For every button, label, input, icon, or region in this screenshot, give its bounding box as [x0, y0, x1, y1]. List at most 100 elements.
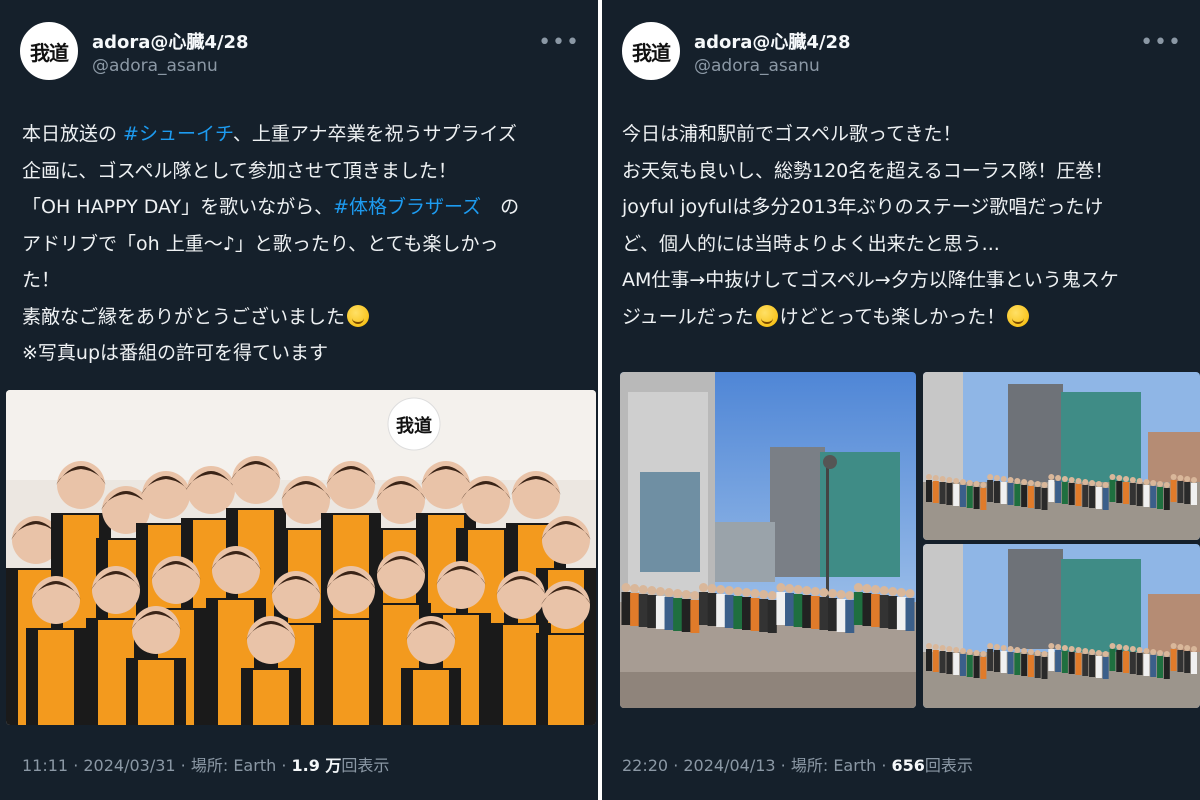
crowd-person	[926, 649, 932, 671]
crowd-person	[1089, 486, 1096, 508]
crowd-person-head	[1068, 646, 1075, 652]
crowd-person-head	[690, 591, 700, 600]
tweet-card-left[interactable]: 我道 adora@心臓4/28 @adora_asanu ••• 本日放送の #…	[0, 0, 598, 800]
crowd-person	[793, 594, 803, 627]
handle[interactable]: @adora_asanu	[92, 56, 218, 76]
orange-stole	[333, 620, 369, 725]
crowd-person	[1177, 481, 1184, 503]
crowd-person-head	[1191, 477, 1197, 483]
avatar[interactable]: 我道	[20, 22, 78, 80]
crowd-person-head	[926, 643, 932, 649]
crowd-person-head	[1041, 482, 1048, 488]
tweet-text-segment: joyful joyfulは多分2013年ぶりのステージ歌唱だったけ	[622, 196, 1104, 218]
crowd-person	[993, 650, 1000, 672]
crowd-person	[681, 599, 691, 632]
more-options-icon[interactable]: •••	[538, 30, 580, 55]
stage-photo-illustration-2	[923, 544, 1200, 708]
hashtag-link[interactable]: #シューイチ	[123, 123, 233, 145]
crowd-person-head	[741, 588, 751, 597]
crowd-person-head	[871, 585, 881, 594]
tweet-text: 本日放送の #シューイチ、上重アナ卒業を祝うサプライズ 企画に、ゴスペル隊として参…	[22, 116, 582, 372]
crowd-person-head	[966, 649, 973, 655]
tweet-line: AM仕事→中抜けしてゴスペル→夕方以降仕事という鬼スケ	[622, 262, 1197, 299]
crowd-person	[966, 655, 973, 677]
timestamp[interactable]: 22:20 · 2024/04/13 · 場所: Earth ·	[622, 756, 892, 775]
crowd-person	[802, 595, 812, 628]
tweet-photo-1[interactable]	[620, 372, 916, 708]
crowd-person	[1068, 652, 1075, 674]
tweet-text-segment: た！	[22, 269, 61, 291]
crowd-person-head	[819, 588, 829, 597]
tweet-text-segment: お天気も良いし、総勢120名を超えるコーラス隊！圧巻！	[622, 159, 1114, 182]
crowd-person-head	[1136, 647, 1143, 653]
avatar[interactable]: 我道	[622, 22, 680, 80]
orange-stole	[413, 670, 449, 725]
crowd-person-head	[681, 590, 691, 599]
face-sticker: 我道	[387, 397, 441, 451]
handle[interactable]: @adora_asanu	[694, 56, 820, 76]
crowd-person	[1082, 485, 1089, 507]
crowd-person-head	[1123, 476, 1130, 482]
tweet-text-segment: アドリブで「oh 上重〜♪」と歌ったり、とても楽しかっ	[22, 232, 499, 255]
view-count: 1.9 万	[291, 756, 342, 775]
crowd-person	[1034, 656, 1041, 678]
crowd-person	[1170, 649, 1177, 671]
crowd-person-head	[793, 585, 803, 594]
tweet-photo-2[interactable]	[923, 372, 1200, 540]
crowd-person-head	[1170, 643, 1177, 649]
crowd-person	[1157, 487, 1164, 509]
display-name[interactable]: adora@心臓4/28	[92, 28, 249, 54]
display-name[interactable]: adora@心臓4/28	[694, 28, 851, 54]
crowd-person	[621, 592, 631, 625]
crowd-person-head	[845, 591, 855, 600]
crowd-person	[785, 593, 795, 626]
crowd-person-head	[993, 475, 1000, 481]
crowd-person-head	[946, 646, 953, 652]
crowd-person-head	[953, 647, 960, 653]
crowd-person-head	[1136, 478, 1143, 484]
crowd-person	[980, 488, 987, 510]
tweet-card-right[interactable]: 我道 adora@心臓4/28 @adora_asanu ••• 今日は浦和駅前…	[602, 0, 1200, 800]
crowd-person	[1150, 655, 1157, 677]
tweet-line: アドリブで「oh 上重〜♪」と歌ったり、とても楽しかっ	[22, 226, 582, 263]
crowd-person-head	[939, 645, 946, 651]
tweet-photo[interactable]: 我道	[6, 390, 596, 725]
crowd-person-head	[939, 476, 946, 482]
hashtag-link[interactable]: #体格ブラザーズ	[333, 196, 481, 218]
crowd-person	[1143, 654, 1150, 676]
crowd-person	[664, 597, 674, 630]
crowd-person-head	[993, 644, 1000, 650]
crowd-person	[993, 481, 1000, 503]
crowd-person-head	[1048, 643, 1055, 649]
crowd-person-head	[621, 583, 631, 592]
tweet-photo-3[interactable]	[923, 544, 1200, 708]
crowd-person-head	[716, 585, 726, 594]
crowd-person-head	[647, 586, 657, 595]
crowd-person	[1061, 651, 1068, 673]
crowd-person-head	[1000, 476, 1007, 482]
crowd-person	[926, 480, 932, 502]
tweet-text-segment: 本日放送の	[22, 123, 124, 145]
crowd-person-head	[1082, 479, 1089, 485]
tweet-meta: 11:11 · 2024/03/31 · 場所: Earth · 1.9 万回表…	[22, 752, 389, 776]
crowd-person-head	[836, 590, 846, 599]
avatar-calligraphy: 我道	[632, 40, 671, 65]
crowd-person	[932, 481, 939, 503]
tweet-line: joyful joyfulは多分2013年ぶりのステージ歌唱だったけ	[622, 189, 1197, 226]
crowd-person	[1048, 649, 1055, 671]
crowd-person	[879, 595, 889, 628]
crowd-person-head	[1150, 480, 1157, 486]
timestamp[interactable]: 11:11 · 2024/03/31 · 場所: Earth ·	[22, 756, 292, 775]
crowd-person	[987, 649, 994, 671]
crowd-person-head	[1163, 482, 1170, 488]
crowd-person	[733, 596, 743, 629]
crowd-person	[953, 484, 960, 506]
crowd-person	[1143, 485, 1150, 507]
tweet-text: 今日は浦和駅前でゴスペル歌ってきた！ お天気も良いし、総勢120名を超えるコーラス…	[622, 116, 1197, 335]
crowd-person	[1123, 651, 1130, 673]
crowd-person	[1014, 653, 1021, 675]
more-options-icon[interactable]: •••	[1140, 30, 1182, 55]
tweet-line: ど、個人的には当時よりよく出来たと思う...	[622, 226, 1197, 263]
crowd-person-head	[879, 586, 889, 595]
crowd-person	[1163, 657, 1170, 679]
